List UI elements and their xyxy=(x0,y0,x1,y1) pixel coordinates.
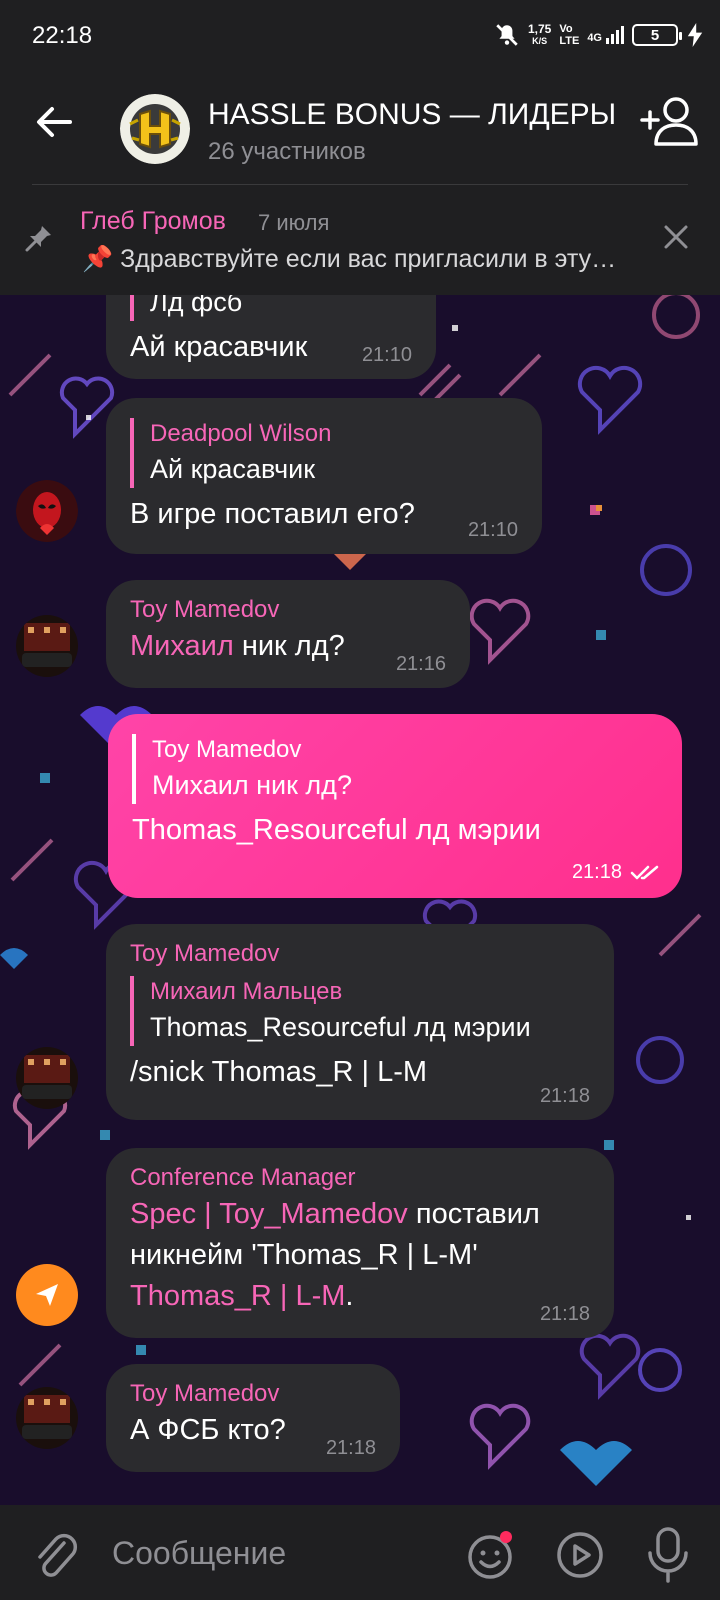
message-time: 21:16 xyxy=(395,653,446,675)
battery-icon: 5 xyxy=(632,24,682,46)
message-bubble[interactable]: Лд фсб Ай красавчик 21:10 xyxy=(106,295,436,379)
emoji-icon[interactable] xyxy=(466,1529,518,1581)
message-time-status: 21:18 xyxy=(572,861,660,884)
mute-notifications-icon xyxy=(496,24,518,46)
message-time: 21:18 xyxy=(571,861,622,883)
microphone-icon[interactable] xyxy=(646,1525,690,1585)
message-text: В игре поставил его? xyxy=(130,498,415,530)
message-time: 21:10 xyxy=(361,344,412,366)
signal-icon: 4G xyxy=(587,26,624,44)
message-bubble[interactable]: Conference Manager Spec | Toy_Mamedov по… xyxy=(106,1148,614,1338)
pinned-message-bar[interactable]: Глеб Громов 7 июля 📌 Здравствуйте если в… xyxy=(0,185,720,295)
message-input[interactable] xyxy=(112,1529,432,1577)
message-bubble[interactable]: Toy Mamedov Михаил Мальцев Thomas_Resour… xyxy=(106,924,614,1120)
net-speed-unit: K/S xyxy=(532,36,548,46)
quote-text: Михаил ник лд? xyxy=(152,770,352,800)
message-text-part: . xyxy=(345,1280,354,1312)
avatar[interactable] xyxy=(16,480,78,542)
send-arrow-icon xyxy=(36,1284,58,1306)
close-pinned-icon[interactable] xyxy=(660,221,692,253)
group-title[interactable]: HASSLE BONUS — ЛИДЕРЫ xyxy=(208,98,616,132)
sender-name[interactable]: Toy Mamedov xyxy=(130,938,590,970)
message-composer xyxy=(0,1505,720,1600)
quote-text: Thomas_Resourceful лд мэрии xyxy=(150,1012,531,1042)
message-time: 21:10 xyxy=(467,519,518,541)
sender-name[interactable]: Toy Mamedov xyxy=(130,1378,376,1410)
volte-bottom: LTE xyxy=(559,35,580,47)
paperclip-icon[interactable] xyxy=(32,1529,80,1581)
pinned-text: 📌 Здравствуйте если вас пригласили в эту… xyxy=(82,245,622,273)
message-text: Spec | Toy_Mamedov поставил никнейм 'Tho… xyxy=(130,1194,590,1317)
status-bar: 22:18 1,75 K/S Vo LTE 4G 5 xyxy=(0,0,720,72)
reply-quote[interactable]: Deadpool Wilson Ай красавчик xyxy=(130,418,518,488)
reply-quote[interactable]: Toy Mamedov Михаил ник лд? xyxy=(132,734,658,804)
members-count: 26 участников xyxy=(208,138,366,165)
chat-header: HASSLE BONUS — ЛИДЕРЫ 26 участников xyxy=(0,72,720,184)
charging-icon xyxy=(687,23,703,47)
quote-text: Лд фсб xyxy=(150,295,243,317)
reply-quote[interactable]: Лд фсб xyxy=(130,295,412,321)
message-time: 21:18 xyxy=(539,1085,590,1107)
sender-name[interactable]: Toy Mamedov xyxy=(130,594,446,626)
avatar[interactable] xyxy=(16,1047,78,1109)
pinned-author: Глеб Громов xyxy=(80,207,226,235)
sender-name[interactable]: Conference Manager xyxy=(130,1162,590,1194)
video-message-icon[interactable] xyxy=(554,1529,606,1581)
quote-author: Toy Mamedov xyxy=(152,736,302,763)
status-icons: 1,75 K/S Vo LTE 4G 5 xyxy=(494,18,704,52)
message-bubble[interactable]: Toy Mamedov Михаил ник лд? 21:16 xyxy=(106,580,470,688)
add-member-icon[interactable] xyxy=(638,94,700,150)
quote-text: Ай красавчик xyxy=(150,454,316,484)
avatar[interactable] xyxy=(16,615,78,677)
pinned-date: 7 июля xyxy=(258,210,330,235)
net-speed-value: 1,75 xyxy=(527,22,552,36)
mention[interactable]: Thomas_R | L-M xyxy=(130,1280,345,1312)
message-bubble[interactable]: Toy Mamedov А ФСБ кто? 21:18 xyxy=(106,1364,400,1472)
volte-indicator: Vo LTE xyxy=(559,23,579,47)
status-time: 22:18 xyxy=(32,22,93,49)
scroll-to-bottom-button[interactable] xyxy=(16,1264,78,1326)
message-text: Thomas_Resourceful лд мэрии xyxy=(132,814,541,846)
network-type: 4G xyxy=(587,32,602,44)
mention[interactable]: Михаил xyxy=(130,630,234,662)
volte-top: Vo xyxy=(559,23,573,35)
message-bubble[interactable]: Deadpool Wilson Ай красавчик В игре пост… xyxy=(106,398,542,554)
message-time: 21:18 xyxy=(539,1303,590,1325)
double-check-icon xyxy=(630,865,659,879)
message-time: 21:18 xyxy=(325,1437,376,1459)
mention[interactable]: Spec | Toy_Mamedov xyxy=(130,1198,408,1230)
message-text: /snick Thomas_R | L-M xyxy=(130,1056,428,1088)
message-text-rest: ник лд? xyxy=(233,630,345,662)
back-arrow-icon[interactable] xyxy=(30,96,82,148)
quote-author: Deadpool Wilson xyxy=(150,420,332,447)
battery-level: 5 xyxy=(650,26,660,44)
pin-icon xyxy=(25,226,51,252)
network-speed: 1,75 K/S xyxy=(528,23,551,47)
chat-area[interactable]: Лд фсб Ай красавчик 21:10 Deadpool Wilso… xyxy=(0,295,720,1505)
quote-author: Михаил Мальцев xyxy=(150,978,343,1005)
avatar[interactable] xyxy=(16,1387,78,1449)
reply-quote[interactable]: Михаил Мальцев Thomas_Resourceful лд мэр… xyxy=(130,976,590,1046)
group-avatar[interactable] xyxy=(120,94,190,164)
outgoing-message-bubble[interactable]: Toy Mamedov Михаил ник лд? Thomas_Resour… xyxy=(108,714,682,898)
